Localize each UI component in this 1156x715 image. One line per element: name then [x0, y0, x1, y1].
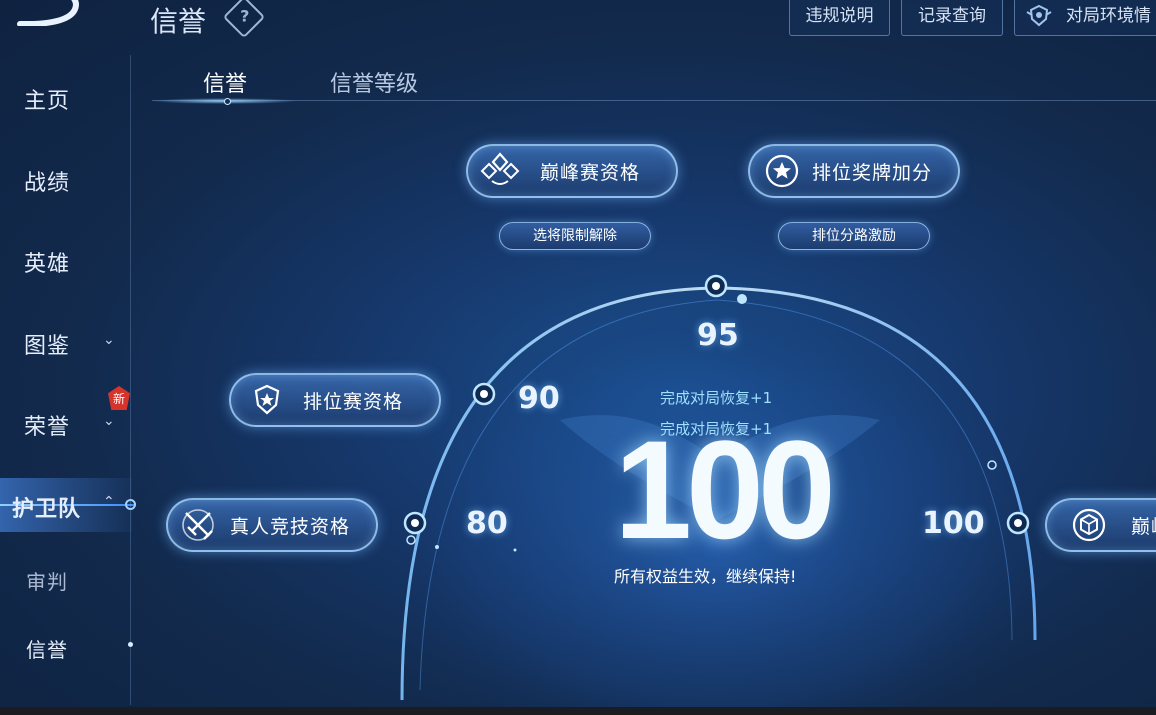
node-small: [406, 535, 416, 545]
peak-match-label: 巅峰赛资格: [540, 161, 641, 184]
ranked-match-label: 排位赛资格: [303, 390, 404, 413]
wing-shield-icon: [254, 384, 280, 415]
peak-benefit-right[interactable]: 巅峰: [1045, 498, 1156, 552]
node-small: [737, 294, 747, 304]
peak-match-benefit[interactable]: 巅峰赛资格: [466, 144, 678, 198]
new-badge: 新: [108, 386, 130, 410]
rank-medal-benefit[interactable]: 排位奖牌加分: [748, 144, 960, 198]
page-title: 信誉: [150, 5, 207, 38]
tab-active-dot: [224, 98, 231, 105]
node-90: [472, 382, 496, 406]
threshold-80: 80: [466, 506, 508, 541]
cube-medal-icon: [1072, 508, 1106, 542]
restore-hint: 完成对局恢复+1: [660, 389, 773, 407]
rank-medal-label: 排位奖牌加分: [812, 161, 933, 184]
sidebar-divider: [130, 55, 131, 705]
sidebar-item-guard-team[interactable]: 护卫队: [12, 491, 81, 523]
chevron-up-icon[interactable]: ⌃: [103, 494, 115, 510]
bottom-bar: [0, 707, 1156, 715]
credit-score: 100: [614, 411, 836, 568]
node-80: [403, 511, 427, 535]
lane-bonus-tag[interactable]: 排位分路激励: [778, 222, 930, 250]
node-95: [704, 274, 728, 298]
environment-button[interactable]: 对局环境情: [1014, 0, 1156, 36]
node-100: [1006, 511, 1030, 535]
sidebar: 主页 战绩 英雄 图鉴 ⌄ 荣誉 ⌄ 新 护卫队 ⌃ 审判 信誉: [0, 0, 136, 707]
tab-credit[interactable]: 信誉: [203, 66, 247, 98]
credit-status: 所有权益生效，继续保持!: [614, 567, 797, 586]
help-symbol: ?: [240, 6, 250, 26]
shield-wings-icon: [1026, 4, 1052, 27]
sidebar-item-heroes[interactable]: 英雄: [24, 246, 70, 278]
real-match-label: 真人竞技资格: [230, 515, 351, 538]
environment-label: 对局环境情: [1066, 6, 1151, 26]
chevron-down-icon[interactable]: ⌄: [103, 413, 115, 429]
sidebar-item-codex[interactable]: 图鉴: [24, 328, 70, 360]
record-query-button[interactable]: 记录查询: [901, 0, 1003, 36]
sidebar-item-honor[interactable]: 荣誉: [24, 409, 70, 441]
tab-credit-level[interactable]: 信誉等级: [330, 66, 418, 98]
hero-limit-tag[interactable]: 选将限制解除: [499, 222, 651, 250]
credit-arc-graphic: [400, 274, 1037, 707]
diamond-cluster-icon: [480, 152, 520, 185]
particle: [435, 545, 439, 549]
star-medal-icon: [765, 154, 799, 188]
sidebar-subitem-credit[interactable]: 信誉: [26, 634, 68, 663]
tab-underline: [152, 100, 1156, 101]
violation-info-button[interactable]: 违规说明: [789, 0, 890, 36]
chevron-down-icon[interactable]: ⌄: [103, 332, 115, 348]
peak-right-label: 巅峰: [1131, 515, 1156, 538]
threshold-100: 100: [922, 506, 985, 541]
real-match-benefit[interactable]: 真人竞技资格: [166, 498, 378, 552]
crossed-swords-icon: [182, 509, 214, 541]
threshold-95: 95: [697, 318, 739, 353]
sidebar-item-record[interactable]: 战绩: [24, 165, 70, 197]
threshold-90: 90: [518, 381, 560, 416]
ranked-match-benefit[interactable]: 排位赛资格: [229, 373, 441, 427]
particle: [513, 548, 517, 552]
sidebar-subitem-judge[interactable]: 审判: [26, 566, 68, 595]
sidebar-item-home[interactable]: 主页: [24, 83, 70, 115]
